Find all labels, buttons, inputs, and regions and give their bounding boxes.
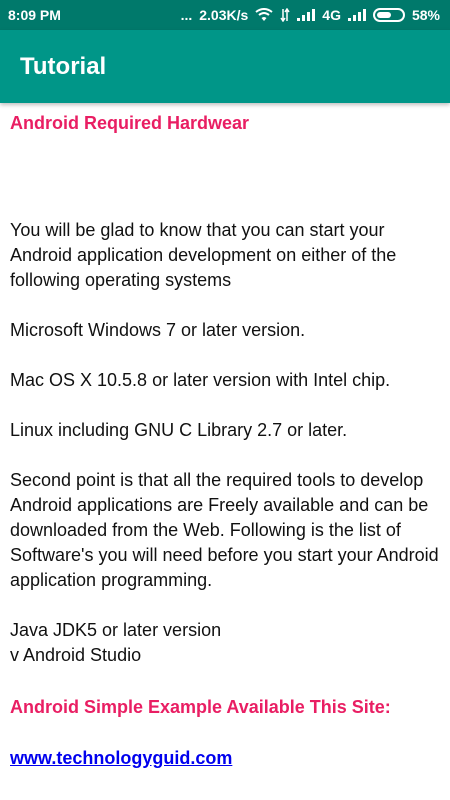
website-link[interactable]: www.technologyguid.com — [10, 748, 232, 768]
status-bar: 8:09 PM ... 2.03K/s 4G 58% — [0, 0, 450, 30]
network-speed: 2.03K/s — [199, 7, 249, 23]
heading-example-site: Android Simple Example Available This Si… — [10, 697, 391, 717]
os-mac: Mac OS X 10.5.8 or later version with In… — [10, 370, 391, 390]
os-windows: Microsoft Windows 7 or later version. — [10, 320, 306, 340]
wifi-icon — [255, 8, 273, 22]
network-type: 4G — [322, 7, 341, 23]
app-bar: Tutorial — [0, 30, 450, 103]
battery-icon — [372, 8, 405, 22]
tutorial-content: Android Required Hardwear You will be gl… — [10, 112, 440, 771]
os-linux: Linux including GNU C Library 2.7 or lat… — [10, 420, 348, 440]
second-point-paragraph: Second point is that all the required to… — [10, 470, 439, 590]
status-dots: ... — [180, 7, 193, 23]
software-java: Java JDK5 or later version — [10, 620, 222, 640]
battery-percent: 58% — [411, 7, 440, 23]
signal-icon — [297, 9, 316, 21]
status-indicators: ... 2.03K/s 4G 58% — [181, 7, 440, 23]
app-title: Tutorial — [20, 52, 107, 80]
battery-fill — [376, 12, 391, 18]
status-time: 8:09 PM — [8, 7, 61, 23]
software-android-studio: v Android Studio — [10, 645, 142, 665]
heading-required-hardware: Android Required Hardwear — [10, 113, 250, 133]
data-transfer-icon — [280, 8, 290, 22]
signal-icon-2 — [347, 9, 366, 21]
intro-paragraph: You will be glad to know that you can st… — [10, 220, 397, 290]
